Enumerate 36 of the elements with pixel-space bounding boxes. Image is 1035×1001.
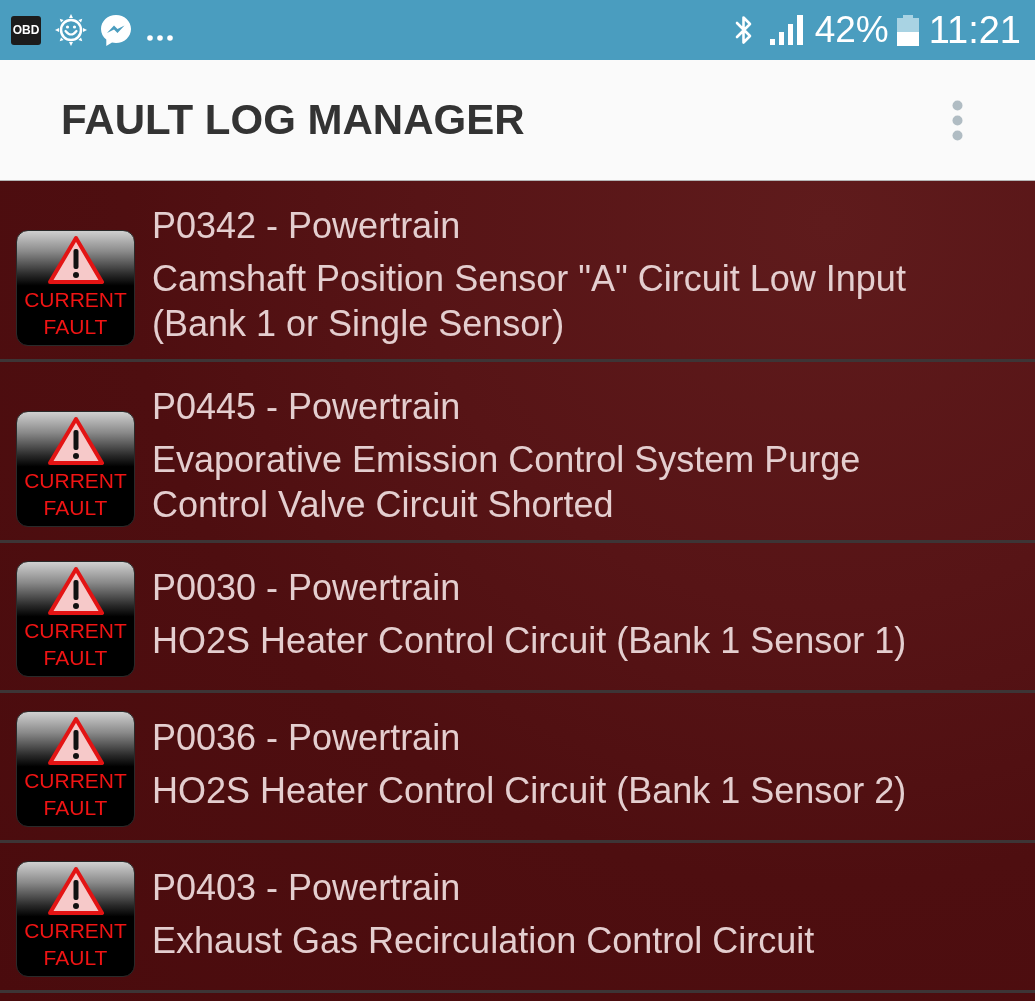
- warning-icon: [47, 416, 104, 466]
- fault-list-item[interactable]: CURRENT FAULT P0036 - Powertrain HO2S Heater Control Circuit (Bank 1 Sensor 2): [0, 693, 1035, 843]
- fault-code: P0445 - Powertrain: [152, 385, 462, 429]
- fault-description: HO2S Heater Control Circuit (Bank 1 Sensor 2): [152, 769, 907, 813]
- fault-list-item[interactable]: CURRENT FAULT P0403 - Powertrain Exhaust Gas Recirculation Control Circuit: [0, 843, 1035, 993]
- battery-percentage: 42%: [814, 10, 889, 50]
- fault-list-item[interactable]: CURRENT FAULT P0030 - Powertrain HO2S Heater Control Circuit (Bank 1 Sensor 1): [0, 543, 1035, 693]
- warning-icon: [47, 866, 104, 916]
- app-title: FAULT LOG MANAGER: [61, 95, 526, 145]
- signal-strength-icon: [769, 15, 803, 45]
- fault-list-item[interactable]: CURRENT FAULT P0445 - Powertrain Evaporative Emission Control System Purge Control Valve Circuit Shorted: [0, 362, 1035, 543]
- badge-label: CURRENT FAULT: [23, 918, 128, 971]
- fault-list-item[interactable]: CURRENT FAULT P0342 - Powertrain Camshaft Position Sensor "A" Circuit Low Input (Bank 1 or Single Sensor): [0, 181, 1035, 362]
- fault-description: Evaporative Emission Control System Purge Control Valve Circuit Shorted: [152, 438, 862, 527]
- clock-time: 11:21: [928, 10, 1021, 50]
- app-notification-badge: OBD: [11, 15, 41, 45]
- chat-bubble-icon: [100, 13, 132, 47]
- fault-code: P0403 - Powertrain: [152, 866, 462, 910]
- badge-label: CURRENT FAULT: [23, 287, 128, 340]
- warning-icon: [47, 235, 104, 285]
- fault-code: P0030 - Powertrain: [152, 566, 462, 610]
- more-notifications-icon: [147, 35, 173, 41]
- badge-label: CURRENT FAULT: [23, 468, 128, 521]
- fault-code: P0342 - Powertrain: [152, 204, 462, 248]
- battery-icon: [896, 14, 919, 46]
- fault-code: P0036 - Powertrain: [152, 716, 462, 760]
- fault-description: HO2S Heater Control Circuit (Bank 1 Sensor 1): [152, 619, 907, 663]
- badge-label: CURRENT FAULT: [23, 768, 128, 821]
- sun-smiley-icon: [55, 14, 87, 46]
- warning-icon: [47, 566, 104, 616]
- more-vertical-icon: [951, 99, 963, 141]
- bluetooth-icon: [733, 15, 754, 45]
- badge-label: CURRENT FAULT: [23, 618, 128, 671]
- warning-icon: [47, 716, 104, 766]
- fault-description: Camshaft Position Sensor "A" Circuit Low Input (Bank 1 or Single Sensor): [152, 257, 907, 346]
- fault-description: Exhaust Gas Recirculation Control Circuit: [152, 919, 815, 963]
